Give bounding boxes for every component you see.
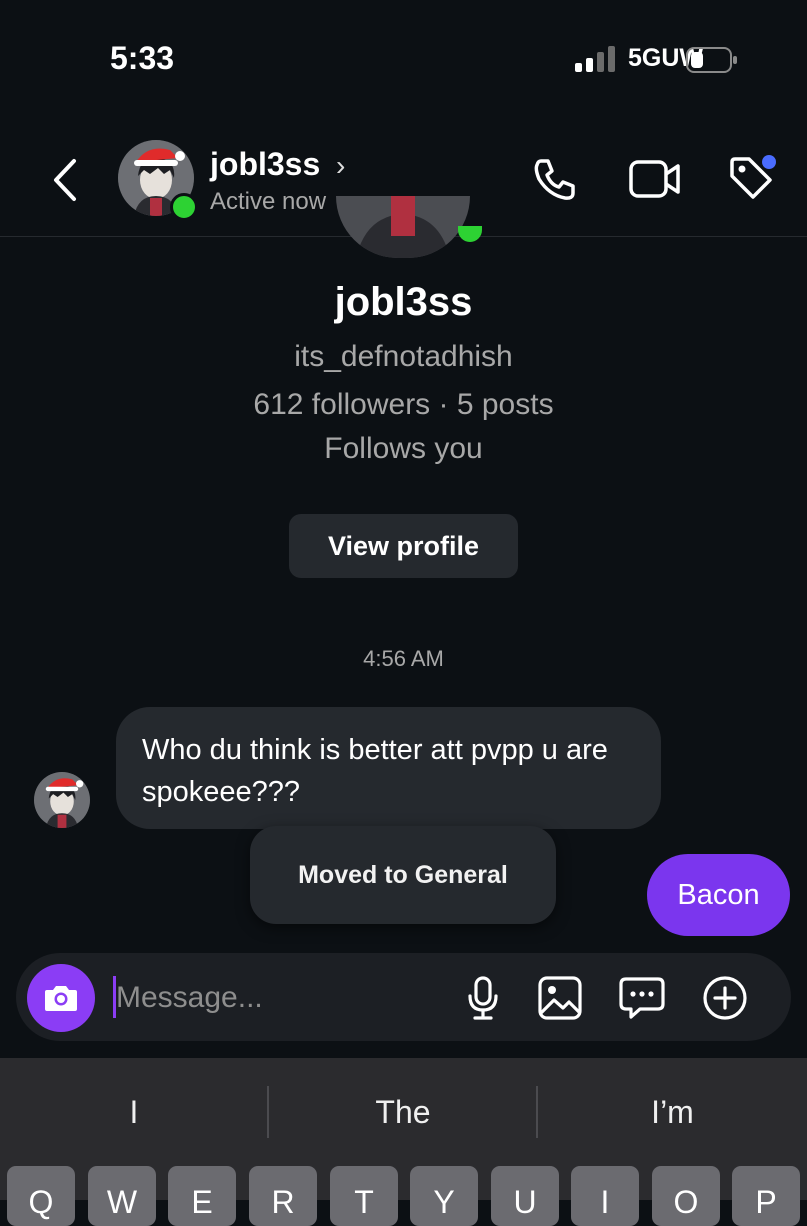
follows-you-label: Follows you bbox=[324, 432, 483, 465]
image-icon bbox=[538, 976, 582, 1020]
call-button[interactable] bbox=[528, 152, 582, 206]
back-arrow-icon bbox=[54, 159, 76, 201]
back-button[interactable] bbox=[40, 150, 90, 210]
voice-message-button[interactable] bbox=[458, 972, 508, 1024]
key-y[interactable]: Y bbox=[410, 1166, 478, 1226]
key-w[interactable]: W bbox=[88, 1166, 156, 1226]
key-t[interactable]: T bbox=[330, 1166, 398, 1226]
contact-name[interactable]: jobl3ss bbox=[210, 146, 320, 183]
battery-icon bbox=[686, 47, 737, 73]
camera-icon bbox=[45, 986, 77, 1011]
chevron-right-icon[interactable]: › bbox=[336, 150, 345, 182]
view-profile-button[interactable]: View profile bbox=[289, 514, 518, 578]
camera-button[interactable] bbox=[27, 964, 95, 1032]
sticker-button[interactable] bbox=[617, 972, 667, 1024]
status-time: 5:33 bbox=[110, 40, 175, 76]
video-icon bbox=[629, 160, 680, 198]
message-input[interactable] bbox=[116, 970, 436, 1026]
notification-dot bbox=[762, 155, 776, 169]
key-u[interactable]: U bbox=[491, 1166, 559, 1226]
message-timestamp: 4:56 AM bbox=[363, 646, 444, 671]
microphone-icon bbox=[468, 976, 498, 1020]
profile-name: jobl3ss bbox=[334, 280, 473, 324]
gallery-button[interactable] bbox=[535, 972, 585, 1024]
toast-notification: Moved to General bbox=[250, 826, 556, 924]
profile-avatar[interactable] bbox=[336, 196, 470, 258]
profile-stats: 612 followers · 5 posts bbox=[253, 388, 554, 421]
sticker-icon bbox=[619, 977, 665, 1019]
video-call-button[interactable] bbox=[628, 152, 682, 206]
incoming-message[interactable]: Who du think is better att pvpp u are sp… bbox=[116, 707, 661, 829]
profile-username: its_defnotadhish bbox=[294, 340, 513, 373]
plus-circle-icon bbox=[703, 976, 747, 1020]
active-status: Active now bbox=[210, 188, 327, 215]
sender-avatar[interactable] bbox=[34, 772, 90, 828]
keyboard-suggestion[interactable]: I bbox=[0, 1082, 268, 1142]
more-options-button[interactable] bbox=[700, 972, 750, 1024]
phone-icon bbox=[534, 159, 575, 200]
signal-icon bbox=[575, 46, 615, 72]
profile-avatar-image bbox=[336, 196, 470, 258]
online-indicator bbox=[458, 226, 482, 242]
key-q[interactable]: Q bbox=[7, 1166, 75, 1226]
keyboard-suggestion[interactable]: I’m bbox=[538, 1082, 807, 1142]
key-o[interactable]: O bbox=[652, 1166, 720, 1226]
key-e[interactable]: E bbox=[168, 1166, 236, 1226]
avatar-image bbox=[34, 772, 90, 828]
outgoing-message[interactable]: Bacon bbox=[647, 854, 790, 936]
keyboard-suggestion[interactable]: The bbox=[269, 1082, 537, 1142]
key-i[interactable]: I bbox=[571, 1166, 639, 1226]
online-indicator bbox=[170, 193, 198, 221]
key-p[interactable]: P bbox=[732, 1166, 800, 1226]
key-r[interactable]: R bbox=[249, 1166, 317, 1226]
